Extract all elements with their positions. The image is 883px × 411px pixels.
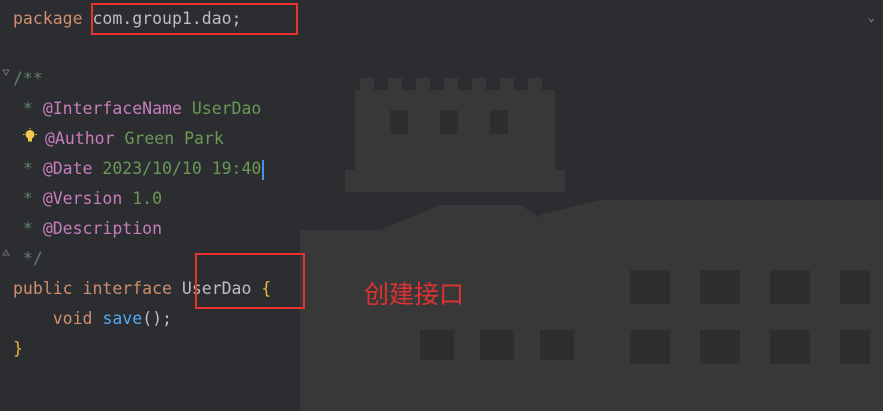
keyword-interface: interface — [82, 279, 172, 298]
javadoc-tag: @InterfaceName — [42, 99, 182, 118]
code-line-javadoc-tag[interactable]: * @InterfaceName UserDao — [13, 94, 873, 124]
javadoc-prefix: * — [13, 99, 43, 118]
code-line-javadoc-tag[interactable]: * @Description — [13, 214, 873, 244]
javadoc-prefix: * — [13, 189, 43, 208]
lightbulb-icon[interactable] — [22, 128, 38, 144]
code-line-close[interactable]: } — [13, 334, 873, 364]
code-line-javadoc-tag[interactable]: @Author Green Park — [13, 124, 873, 154]
annotation-label: 创建接口 — [364, 280, 465, 309]
javadoc-value: Green Park — [114, 129, 224, 148]
javadoc-open: /** — [13, 69, 43, 88]
highlight-box-package — [91, 3, 298, 35]
javadoc-close: */ — [13, 249, 43, 268]
code-line-javadoc-open[interactable]: /** — [13, 64, 873, 94]
code-line-blank[interactable] — [13, 34, 873, 64]
text-caret — [262, 159, 265, 180]
highlight-box-interface — [195, 253, 305, 309]
close-brace: } — [13, 339, 23, 358]
javadoc-tag: @Author — [45, 129, 115, 148]
javadoc-prefix: * — [13, 159, 43, 178]
code-line-javadoc-tag[interactable]: * @Version 1.0 — [13, 184, 873, 214]
editor-gutter — [0, 0, 12, 411]
method-name: save — [102, 309, 143, 328]
method-parens: (); — [142, 309, 172, 328]
keyword-void: void — [52, 309, 93, 328]
javadoc-tag: @Date — [42, 159, 93, 178]
fold-marker-icon[interactable] — [2, 69, 10, 77]
code-line-javadoc-close[interactable]: */ — [13, 244, 873, 274]
javadoc-tag: @Version — [42, 189, 123, 208]
fold-marker-icon[interactable] — [2, 249, 10, 257]
javadoc-value: UserDao — [181, 99, 262, 118]
javadoc-prefix: * — [13, 219, 43, 238]
code-line-javadoc-tag[interactable]: * @Date 2023/10/10 19:40 — [13, 154, 873, 184]
keyword-package: package — [13, 9, 83, 28]
javadoc-value: 2023/10/10 19:40 — [92, 159, 262, 178]
chevron-down-icon[interactable]: ⌄ — [868, 10, 875, 24]
javadoc-tag: @Description — [42, 219, 163, 238]
javadoc-value: 1.0 — [122, 189, 163, 208]
keyword-public: public — [13, 279, 73, 298]
